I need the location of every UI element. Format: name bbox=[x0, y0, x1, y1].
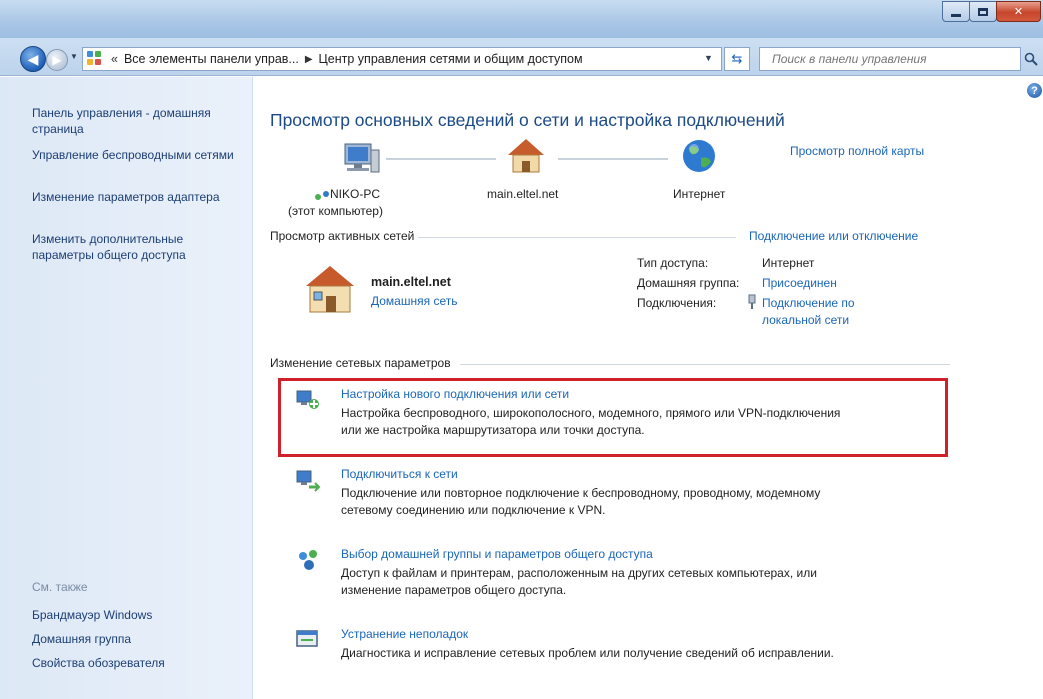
connect-network-icon bbox=[296, 470, 321, 492]
window-controls: ✕ bbox=[942, 1, 1041, 23]
task-homegroup-sharing: Выбор домашней группы и параметров общег… bbox=[295, 547, 945, 607]
access-type-label: Тип доступа: bbox=[637, 256, 709, 270]
sidebar-item-adapter-settings[interactable]: Изменение параметров адаптера bbox=[32, 189, 247, 205]
task-new-connection: Настройка нового подключения или сети На… bbox=[295, 387, 945, 447]
task-new-connection-link[interactable]: Настройка нового подключения или сети bbox=[341, 387, 569, 401]
task-troubleshoot: Устранение неполадок Диагностика и испра… bbox=[295, 627, 945, 671]
forward-button[interactable]: ▶ bbox=[46, 49, 68, 71]
breadcrumb-network-center[interactable]: Центр управления сетями и общим доступом bbox=[319, 52, 583, 66]
change-settings-heading: Изменение сетевых параметров bbox=[270, 356, 451, 370]
computer-icon bbox=[344, 143, 380, 173]
sidebar-item-advanced-sharing[interactable]: Изменить дополнительные параметры общего… bbox=[32, 231, 247, 263]
home-router-icon bbox=[508, 139, 544, 173]
lan-connection-icon bbox=[748, 294, 756, 309]
window-titlebar: ✕ bbox=[0, 0, 1043, 38]
sidebar-item-manage-wireless[interactable]: Управление беспроводными сетями bbox=[32, 147, 247, 163]
map-link-line bbox=[386, 158, 496, 160]
new-connection-icon bbox=[296, 390, 319, 409]
breadcrumb-all-items[interactable]: Все элементы панели управ... bbox=[124, 52, 299, 66]
search-icon[interactable] bbox=[1024, 52, 1038, 66]
see-also-heading: См. также bbox=[32, 580, 88, 594]
internet-label: Интернет bbox=[673, 187, 726, 201]
homegroup-link[interactable]: Присоединен bbox=[762, 276, 837, 290]
computer-sublabel: (этот компьютер) bbox=[288, 204, 383, 218]
address-bar[interactable]: « Все элементы панели управ... ▶ Центр у… bbox=[82, 47, 722, 71]
task-homegroup-sharing-desc: Доступ к файлам и принтерам, расположенн… bbox=[341, 566, 817, 597]
control-panel-icon bbox=[87, 51, 105, 67]
connect-disconnect-link[interactable]: Подключение или отключение bbox=[749, 229, 918, 243]
help-icon[interactable]: ? bbox=[1027, 83, 1042, 98]
sidebar-item-control-panel-home[interactable]: Панель управления - домашняя страница bbox=[32, 105, 247, 137]
maximize-icon bbox=[978, 7, 988, 16]
active-networks-heading: Просмотр активных сетей bbox=[270, 229, 415, 243]
homegroup-sharing-icon bbox=[299, 550, 317, 570]
map-link-line bbox=[558, 158, 668, 160]
breadcrumb-separator[interactable]: ▶ bbox=[305, 54, 313, 65]
close-icon: ✕ bbox=[1013, 6, 1024, 18]
section-divider bbox=[418, 237, 736, 238]
task-new-connection-desc: Настройка беспроводного, широкополосного… bbox=[341, 406, 841, 437]
minimize-icon bbox=[951, 14, 961, 17]
address-dropdown-icon[interactable]: ▼ bbox=[704, 53, 713, 63]
refresh-button[interactable]: ⇆ bbox=[724, 47, 750, 71]
sidebar-item-internet-options[interactable]: Свойства обозревателя bbox=[32, 655, 247, 671]
home-network-icon bbox=[306, 266, 354, 313]
full-map-link[interactable]: Просмотр полной карты bbox=[790, 144, 924, 158]
sidebar-item-firewall[interactable]: Брандмауэр Windows bbox=[32, 607, 247, 623]
connections-label: Подключения: bbox=[637, 296, 717, 310]
lan-connection-link-line2[interactable]: локальной сети bbox=[762, 313, 849, 327]
computer-name: NIKO-PC bbox=[330, 187, 381, 201]
task-connect-network-desc: Подключение или повторное подключение к … bbox=[341, 486, 821, 517]
breadcrumb-overflow[interactable]: « bbox=[111, 52, 118, 66]
homegroup-label: Домашняя группа: bbox=[637, 276, 740, 290]
maximize-button[interactable] bbox=[969, 1, 997, 22]
network-type-link[interactable]: Домашняя сеть bbox=[371, 294, 457, 308]
access-type-value: Интернет bbox=[762, 256, 815, 270]
task-homegroup-sharing-link[interactable]: Выбор домашней группы и параметров общег… bbox=[341, 547, 653, 561]
network-name: main.eltel.net bbox=[371, 275, 451, 289]
back-button[interactable]: ◀ bbox=[20, 46, 46, 72]
search-box[interactable] bbox=[759, 47, 1021, 71]
lan-connection-link-line1[interactable]: Подключение по bbox=[762, 296, 855, 310]
minimize-button[interactable] bbox=[942, 1, 970, 22]
navigation-bar: ◀ ▶ ▼ « Все элементы панели управ... ▶ Ц… bbox=[0, 38, 1043, 76]
troubleshoot-icon bbox=[296, 630, 318, 647]
router-label: main.eltel.net bbox=[487, 187, 559, 201]
section-divider bbox=[460, 364, 950, 365]
refresh-icon: ⇆ bbox=[731, 51, 743, 66]
task-connect-network-link[interactable]: Подключиться к сети bbox=[341, 467, 458, 481]
internet-globe-icon bbox=[683, 140, 715, 172]
search-input[interactable] bbox=[772, 52, 1002, 66]
back-arrow-icon: ◀ bbox=[27, 50, 39, 67]
close-button[interactable]: ✕ bbox=[996, 1, 1041, 22]
sidebar-item-homegroup[interactable]: Домашняя группа bbox=[32, 631, 247, 647]
forward-arrow-icon: ▶ bbox=[52, 53, 62, 67]
page-title: Просмотр основных сведений о сети и наст… bbox=[270, 110, 785, 130]
task-troubleshoot-desc: Диагностика и исправление сетевых пробле… bbox=[341, 646, 834, 660]
recent-pages-dropdown[interactable]: ▼ bbox=[70, 52, 80, 66]
left-navigation-pane: Панель управления - домашняя страница Уп… bbox=[0, 77, 253, 699]
task-connect-network: Подключиться к сети Подключение или повт… bbox=[295, 467, 945, 527]
task-troubleshoot-link[interactable]: Устранение неполадок bbox=[341, 627, 468, 641]
